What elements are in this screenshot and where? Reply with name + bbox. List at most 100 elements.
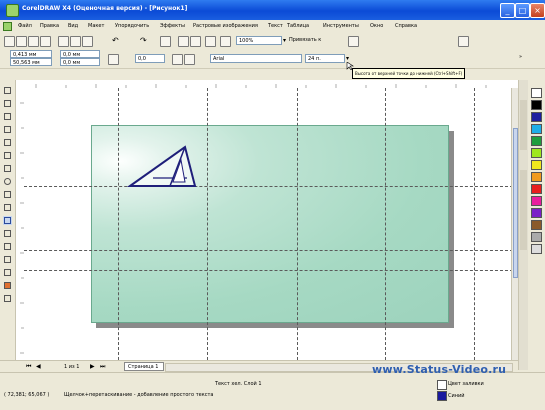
outline-color-label: Синий: [448, 393, 465, 399]
x-position-field[interactable]: 0,413 мм: [10, 50, 52, 58]
menu-edit[interactable]: Правка: [40, 23, 59, 29]
mirror-vertical-icon[interactable]: [184, 54, 195, 65]
width-field[interactable]: 0,0 мм: [60, 50, 100, 58]
fill-tool-icon[interactable]: [3, 281, 12, 290]
search-content-icon[interactable]: [160, 36, 171, 47]
color-swatch[interactable]: [531, 172, 542, 182]
font-size-dropdown-icon[interactable]: ▾: [346, 55, 349, 62]
guideline-horizontal[interactable]: [24, 186, 513, 187]
guideline-vertical[interactable]: [474, 88, 475, 360]
snap-to-label[interactable]: Привязать к: [289, 37, 321, 43]
menu-view[interactable]: Вид: [68, 23, 78, 29]
undo-icon[interactable]: ↶: [112, 36, 119, 45]
menu-tools[interactable]: Инструменты: [323, 23, 359, 29]
document-menu-icon[interactable]: [3, 22, 12, 31]
color-swatch[interactable]: [531, 232, 542, 242]
crop-tool-icon[interactable]: [3, 112, 12, 121]
maximize-icon[interactable]: □: [515, 3, 530, 18]
view-mode-icon[interactable]: [458, 36, 469, 47]
propbar-overflow-icon[interactable]: »: [519, 54, 522, 60]
y-position-field[interactable]: 50,563 мм: [10, 58, 52, 66]
eyedropper-icon[interactable]: [3, 255, 12, 264]
menu-help[interactable]: Справка: [395, 23, 417, 29]
polygon-tool-icon[interactable]: [3, 190, 12, 199]
menu-table[interactable]: Таблица: [287, 23, 309, 29]
paste-icon[interactable]: [82, 36, 93, 47]
color-swatch[interactable]: [531, 136, 542, 146]
menu-file[interactable]: Файл: [18, 23, 32, 29]
menu-text[interactable]: Текст: [268, 23, 283, 29]
menu-window[interactable]: Окно: [370, 23, 383, 29]
open-icon[interactable]: [16, 36, 27, 47]
triangle-drawing[interactable]: [125, 142, 201, 192]
print-icon[interactable]: [40, 36, 51, 47]
save-icon[interactable]: [28, 36, 39, 47]
rectangle-tool-icon[interactable]: [3, 164, 12, 173]
color-swatch[interactable]: [531, 100, 542, 110]
redo-icon[interactable]: ↷: [140, 36, 147, 45]
application-launcher-icon[interactable]: [205, 36, 216, 47]
export-icon[interactable]: [190, 36, 201, 47]
font-list-field[interactable]: Arial: [210, 54, 302, 63]
font-size-field[interactable]: 24 п.: [305, 54, 345, 63]
guideline-vertical[interactable]: [207, 88, 208, 360]
color-swatch[interactable]: [531, 124, 542, 134]
guideline-vertical[interactable]: [297, 88, 298, 360]
guideline-vertical[interactable]: [385, 88, 386, 360]
last-page-icon[interactable]: ⏭: [100, 363, 105, 371]
smart-fill-icon[interactable]: [3, 151, 12, 160]
status-bar: Текст хел. Слой 1 ( 72,381; 65,067 ) Щел…: [0, 372, 545, 410]
table-tool-icon[interactable]: [3, 229, 12, 238]
shape-tool-icon[interactable]: [3, 99, 12, 108]
docker-tab-properties[interactable]: [520, 170, 527, 250]
rotation-angle-field[interactable]: 0,0: [135, 54, 165, 63]
ellipse-tool-icon[interactable]: [3, 177, 12, 186]
minimize-icon[interactable]: _: [500, 3, 515, 18]
guideline-horizontal[interactable]: [24, 270, 513, 271]
outline-color-indicator[interactable]: [437, 391, 447, 401]
menu-arrange[interactable]: Упорядочить: [115, 23, 149, 29]
lock-ratio-icon[interactable]: [108, 54, 119, 65]
text-tool-icon[interactable]: [3, 216, 12, 225]
docker-panel[interactable]: [518, 80, 528, 370]
first-page-icon[interactable]: ⏮: [26, 363, 31, 371]
color-swatch[interactable]: [531, 244, 542, 254]
color-swatch[interactable]: [531, 184, 542, 194]
prev-page-icon[interactable]: ◀: [36, 363, 41, 370]
new-icon[interactable]: [4, 36, 15, 47]
fill-color-indicator[interactable]: [437, 380, 447, 390]
menu-effects[interactable]: Эффекты: [160, 23, 185, 29]
menu-bitmaps[interactable]: Растровые изображения: [193, 23, 258, 29]
page-tab[interactable]: Страница 1: [124, 362, 164, 371]
color-swatch[interactable]: [531, 112, 542, 122]
welcome-screen-icon[interactable]: [220, 36, 231, 47]
outline-tool-icon[interactable]: [3, 268, 12, 277]
no-color-swatch[interactable]: [531, 88, 542, 98]
color-swatch[interactable]: [531, 208, 542, 218]
freehand-tool-icon[interactable]: [3, 138, 12, 147]
docker-tab-hints[interactable]: [520, 100, 527, 150]
basic-shapes-icon[interactable]: [3, 203, 12, 212]
cut-icon[interactable]: [58, 36, 69, 47]
copy-icon[interactable]: [70, 36, 81, 47]
guideline-vertical[interactable]: [118, 88, 119, 360]
color-swatch[interactable]: [531, 148, 542, 158]
height-field[interactable]: 0,0 мм: [60, 58, 100, 66]
watermark: www.Status-Video.ru: [372, 363, 507, 376]
pick-tool-icon[interactable]: [3, 86, 12, 95]
menu-layout[interactable]: Макет: [88, 23, 104, 29]
mirror-horizontal-icon[interactable]: [172, 54, 183, 65]
zoom-dropdown-icon[interactable]: ▾: [283, 37, 286, 44]
color-swatch[interactable]: [531, 160, 542, 170]
interactive-fill-icon[interactable]: [3, 294, 12, 303]
next-page-icon[interactable]: ▶: [90, 363, 95, 370]
close-icon[interactable]: ×: [530, 3, 545, 18]
color-swatch[interactable]: [531, 196, 542, 206]
interactive-blend-icon[interactable]: [3, 242, 12, 251]
guideline-horizontal[interactable]: [24, 250, 513, 251]
zoom-level-field[interactable]: 100%: [236, 36, 282, 45]
color-swatch[interactable]: [531, 220, 542, 230]
options-icon[interactable]: [348, 36, 359, 47]
import-icon[interactable]: [178, 36, 189, 47]
zoom-tool-icon[interactable]: [3, 125, 12, 134]
